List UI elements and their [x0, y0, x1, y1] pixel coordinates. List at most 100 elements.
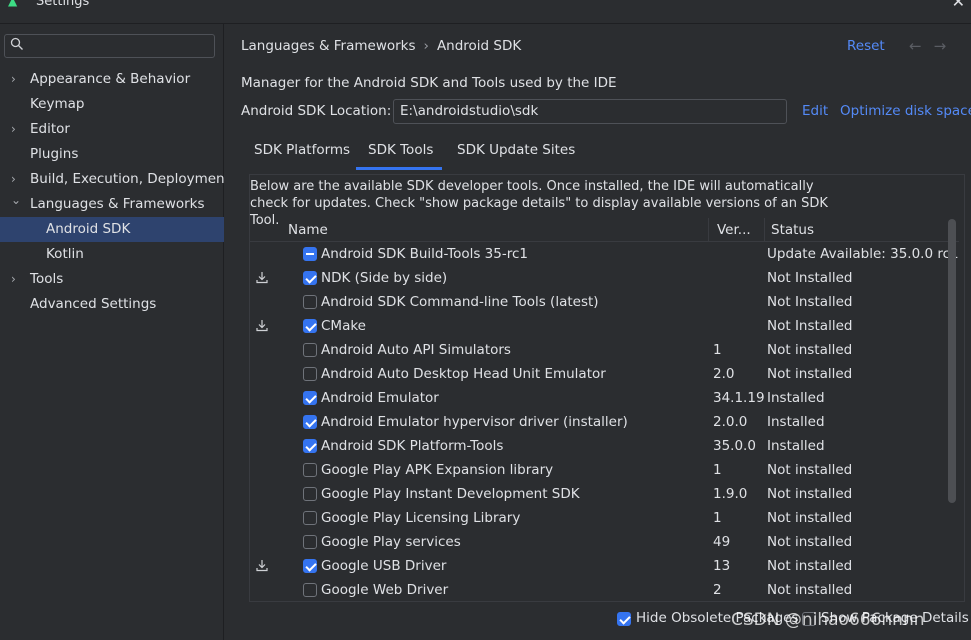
table-row[interactable]: Google Play Instant Development SDK 1.9.0…	[250, 482, 959, 506]
row-version: 1	[713, 462, 722, 478]
row-name: Android SDK Build-Tools 35-rc1	[321, 246, 528, 262]
tab-sdk-platforms[interactable]: SDK Platforms	[254, 134, 350, 170]
reset-link[interactable]: Reset	[847, 38, 885, 54]
row-checkbox[interactable]	[303, 511, 317, 525]
edit-location-link[interactable]: Edit	[802, 103, 828, 119]
row-checkbox[interactable]	[303, 367, 317, 381]
sidebar-item[interactable]: ⌄ Languages & Frameworks	[0, 192, 224, 217]
table-row[interactable]: NDK (Side by side) Not Installed	[250, 266, 959, 290]
row-name: Android Emulator hypervisor driver (inst…	[321, 414, 628, 430]
table-row[interactable]: Android SDK Platform-Tools 35.0.0 Installe…	[250, 434, 959, 458]
row-status: Installed	[767, 438, 825, 454]
table-row[interactable]: Google Web Driver 2 Not installed	[250, 578, 959, 602]
chevron-down-icon[interactable]: ⌄	[11, 188, 21, 213]
optimize-disk-space-link[interactable]: Optimize disk space	[840, 103, 971, 119]
row-checkbox[interactable]	[303, 271, 317, 285]
row-checkbox[interactable]	[303, 463, 317, 477]
table-row[interactable]: Android Auto API Simulators 1 Not installe…	[250, 338, 959, 362]
sidebar-item-label: Plugins	[30, 146, 79, 162]
table-body: Android SDK Build-Tools 35-rc1 Update Ava…	[250, 242, 959, 602]
row-version: 2	[713, 582, 722, 598]
row-checkbox[interactable]	[303, 487, 317, 501]
sidebar-item[interactable]: Advanced Settings	[0, 292, 224, 317]
watermark: CSDN @nihao666nnnn	[731, 610, 925, 630]
forward-arrow-icon[interactable]: →	[934, 37, 959, 55]
row-name: Android SDK Platform-Tools	[321, 438, 504, 454]
page-description: Manager for the Android SDK and Tools us…	[241, 75, 617, 91]
row-checkbox[interactable]	[303, 559, 317, 573]
row-name: Google Play Licensing Library	[321, 510, 521, 526]
table-row[interactable]: Android SDK Command-line Tools (latest) N…	[250, 290, 959, 314]
row-checkbox[interactable]	[303, 583, 317, 597]
row-status: Update Available: 35.0.0 rc1	[767, 246, 959, 262]
table-row[interactable]: CMake Not Installed	[250, 314, 959, 338]
title-bar: ▲ Settings ✕	[0, 0, 971, 24]
sidebar-item[interactable]: Kotlin	[0, 242, 224, 267]
row-version: 1	[713, 342, 722, 358]
table-row[interactable]: Android Emulator 34.1.19 Installed	[250, 386, 959, 410]
download-icon	[255, 558, 269, 572]
table-row[interactable]: Google Play Licensing Library 1 Not instal…	[250, 506, 959, 530]
table-row[interactable]: Android Emulator hypervisor driver (inst…	[250, 410, 959, 434]
sdk-location-field[interactable]: E:\androidstudio\sdk	[393, 99, 787, 124]
row-status: Not installed	[767, 366, 853, 382]
row-checkbox[interactable]	[303, 319, 317, 333]
tab-sdk-update-sites[interactable]: SDK Update Sites	[457, 134, 575, 170]
row-name: Google Play Instant Development SDK	[321, 486, 580, 502]
sidebar-item[interactable]: Keymap	[0, 92, 224, 117]
row-checkbox[interactable]	[303, 247, 317, 261]
download-icon	[255, 318, 269, 332]
row-version: 2.0.0	[713, 414, 748, 430]
sidebar-item[interactable]: › Build, Execution, Deployment	[0, 167, 230, 192]
column-status[interactable]: Status	[771, 218, 814, 242]
breadcrumb-parent[interactable]: Languages & Frameworks	[241, 38, 416, 54]
sidebar-item[interactable]: › Appearance & Behavior	[0, 67, 224, 92]
row-name: Google Web Driver	[321, 582, 449, 598]
row-status: Installed	[767, 390, 825, 406]
sidebar-item[interactable]: › Editor	[0, 117, 224, 142]
row-checkbox[interactable]	[303, 343, 317, 357]
table-row[interactable]: Google Play services 49 Not installed	[250, 530, 959, 554]
column-divider	[708, 218, 709, 242]
row-status: Not installed	[767, 342, 853, 358]
row-checkbox[interactable]	[303, 391, 317, 405]
row-name: Android Auto API Simulators	[321, 342, 511, 358]
chevron-right-icon[interactable]: ›	[11, 267, 16, 292]
sidebar-item-label: Keymap	[30, 96, 85, 112]
row-version: 13	[713, 558, 731, 574]
sidebar-item-label: Languages & Frameworks	[30, 196, 205, 212]
row-name: Google USB Driver	[321, 558, 447, 574]
sidebar: › Appearance & Behavior Keymap › Editor Plugi…	[0, 24, 230, 640]
sidebar-item[interactable]: › Tools	[0, 267, 224, 292]
tab-sdk-tools[interactable]: SDK Tools	[356, 134, 442, 170]
row-name: Android Auto Desktop Head Unit Emulator	[321, 366, 606, 382]
close-icon[interactable]: ✕	[952, 0, 965, 11]
row-checkbox[interactable]	[303, 295, 317, 309]
table-row[interactable]: Google Play APK Expansion library 1 Not in…	[250, 458, 959, 482]
row-status: Not installed	[767, 534, 853, 550]
search-input[interactable]	[27, 37, 212, 55]
row-status: Not Installed	[767, 270, 853, 286]
table-row[interactable]: Android SDK Build-Tools 35-rc1 Update Ava…	[250, 242, 959, 266]
back-arrow-icon[interactable]: ←	[909, 37, 934, 55]
table-row[interactable]: Android Auto Desktop Head Unit Emulator 2…	[250, 362, 959, 386]
chevron-right-icon[interactable]: ›	[11, 67, 16, 92]
main-panel: Languages & Frameworks › Android SDK Reset…	[225, 24, 971, 640]
vertical-scrollbar[interactable]	[948, 219, 956, 503]
table-row[interactable]: Google USB Driver 13 Not installed	[250, 554, 959, 578]
sidebar-item-label: Build, Execution, Deployment	[30, 171, 230, 187]
row-status: Not installed	[767, 558, 853, 574]
column-version[interactable]: Ver...	[717, 218, 751, 242]
column-name[interactable]: Name	[288, 218, 328, 242]
row-checkbox[interactable]	[303, 439, 317, 453]
search-box[interactable]	[4, 34, 215, 58]
row-checkbox[interactable]	[303, 535, 317, 549]
row-name: NDK (Side by side)	[321, 270, 448, 286]
row-checkbox[interactable]	[303, 415, 317, 429]
chevron-right-icon[interactable]: ›	[11, 117, 16, 142]
row-name: Android Emulator	[321, 390, 439, 406]
row-version: 49	[713, 534, 731, 550]
sidebar-item[interactable]: Android SDK	[0, 217, 224, 242]
sidebar-item[interactable]: Plugins	[0, 142, 224, 167]
hide-obsolete-checkbox[interactable]	[617, 612, 631, 626]
